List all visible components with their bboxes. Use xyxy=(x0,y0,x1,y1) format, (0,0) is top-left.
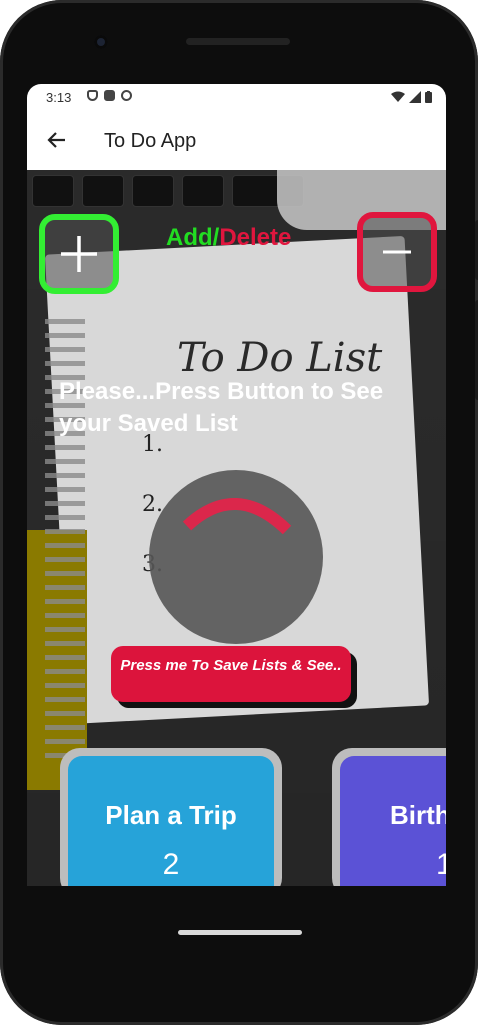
screen: 3:13 To Do App To Do List 1. 2. Add/Dele… xyxy=(27,84,446,886)
page-title: To Do App xyxy=(104,130,197,152)
system-icons xyxy=(391,91,432,103)
earpiece-speaker xyxy=(186,38,290,45)
app-bar: To Do App xyxy=(27,112,446,171)
card-count: 2 xyxy=(162,848,180,881)
spinner-arc xyxy=(182,498,292,535)
add-delete-label: Add/Delete xyxy=(166,224,291,252)
add-button[interactable] xyxy=(39,214,119,294)
background-handwritten-title: To Do List xyxy=(177,335,383,381)
status-time: 3:13 xyxy=(46,90,72,105)
plus-icon xyxy=(61,236,97,272)
delete-label: Delete xyxy=(219,224,292,251)
save-lists-button[interactable]: Press me To Save Lists & See.. xyxy=(111,646,351,702)
record-icon xyxy=(121,90,132,101)
add-label: Add/ xyxy=(166,224,220,251)
card-count: 1 xyxy=(436,848,446,881)
list-card[interactable]: Plan a Trip 2 xyxy=(60,748,282,886)
battery-icon xyxy=(425,91,432,103)
notification-icons xyxy=(87,90,132,101)
phone-frame: 3:13 To Do App To Do List 1. 2. Add/Dele… xyxy=(0,0,478,1025)
card-body: Plan a Trip 2 xyxy=(68,756,274,886)
minus-icon xyxy=(383,250,411,254)
card-body: Birth 1 xyxy=(340,756,446,886)
back-arrow-icon[interactable] xyxy=(45,128,69,152)
instruction-text: Please...Press Button to See your Saved … xyxy=(59,378,384,437)
main-content: To Do List 1. 2. 3. 5. Add/Delete Plea xyxy=(27,170,446,886)
home-indicator[interactable] xyxy=(178,930,302,935)
loading-spinner xyxy=(149,470,323,644)
list-card[interactable]: Birth 1 xyxy=(332,748,446,886)
sim-icon xyxy=(104,90,115,101)
signal-icon xyxy=(409,91,421,103)
delete-button[interactable] xyxy=(357,212,437,292)
save-lists-label: Press me To Save Lists & See.. xyxy=(120,657,342,674)
wifi-icon xyxy=(391,91,405,102)
status-bar: 3:13 xyxy=(27,84,446,112)
card-title: Plan a Trip xyxy=(105,800,237,830)
card-title: Birth xyxy=(390,800,446,830)
front-camera xyxy=(94,35,108,49)
shield-icon xyxy=(87,90,98,101)
